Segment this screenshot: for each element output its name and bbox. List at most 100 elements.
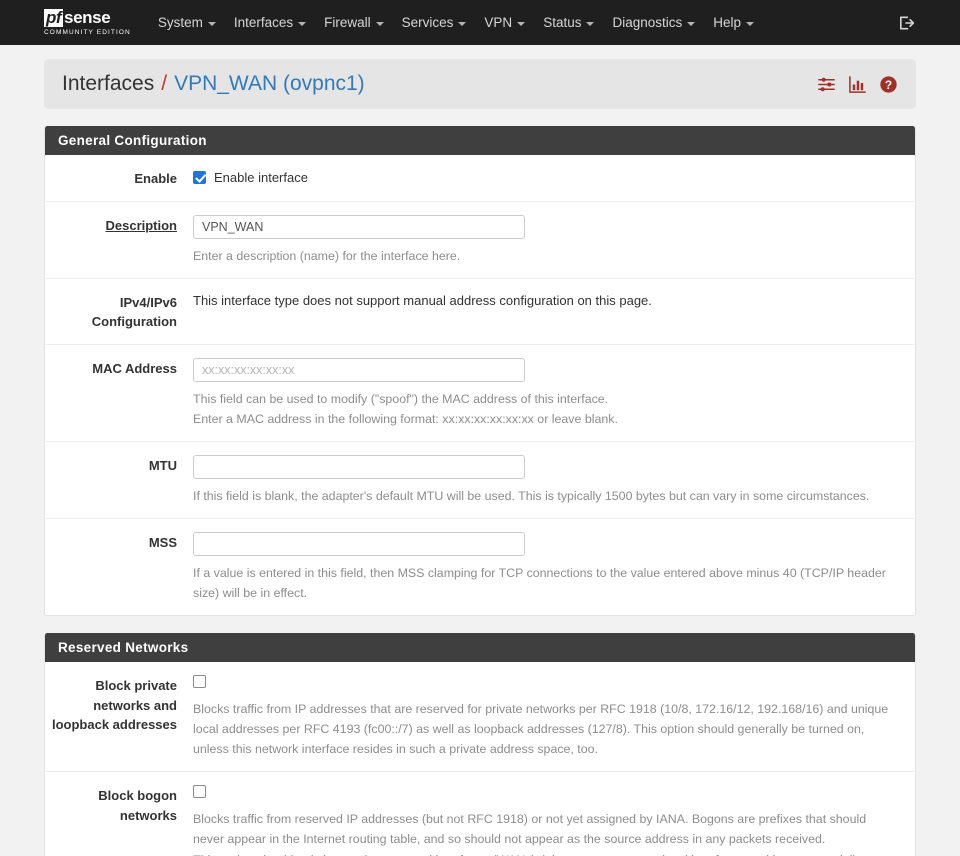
help-circle-icon[interactable]: ? bbox=[879, 75, 898, 94]
ip-configuration-notice: This interface type does not support man… bbox=[193, 292, 652, 308]
description-input[interactable] bbox=[193, 214, 525, 239]
label-block-private-line1: Block private bbox=[95, 678, 177, 694]
label-enable: Enable bbox=[134, 171, 177, 186]
navbar-menu: System Interfaces Firewall Services VPN … bbox=[149, 9, 763, 36]
chevron-down-icon bbox=[517, 21, 526, 26]
nav-label: Status bbox=[543, 15, 582, 30]
nav-item-status[interactable]: Status bbox=[534, 9, 603, 36]
nav-label: System bbox=[157, 15, 203, 30]
form-row-mss: MSS If a value is entered in this field,… bbox=[45, 519, 915, 615]
label-block-bogon-line2: networks bbox=[119, 807, 177, 823]
nav-label: Interfaces bbox=[233, 15, 294, 30]
top-navbar: pf sense COMMUNITY EDITION System Interf… bbox=[0, 0, 960, 45]
help-mss: If a value is entered in this field, the… bbox=[193, 565, 886, 600]
pfsense-logo[interactable]: pf sense COMMUNITY EDITION bbox=[44, 7, 131, 37]
mac-address-input[interactable] bbox=[193, 357, 525, 382]
block-private-checkbox[interactable] bbox=[193, 675, 206, 689]
reserved-networks-panel: Reserved Networks Block private networks… bbox=[44, 633, 916, 856]
nav-label: Services bbox=[401, 15, 454, 30]
field-mss: If a value is entered in this field, the… bbox=[193, 531, 915, 603]
breadcrumb-separator: / bbox=[161, 72, 168, 95]
chevron-down-icon bbox=[586, 21, 595, 26]
logo-subtitle: COMMUNITY EDITION bbox=[44, 28, 131, 36]
nav-item-interfaces[interactable]: Interfaces bbox=[225, 9, 315, 36]
chevron-down-icon bbox=[746, 21, 755, 26]
panel-heading-general: General Configuration bbox=[45, 126, 915, 155]
label-ip-configuration: IPv4/IPv6 Configuration bbox=[45, 292, 193, 332]
help-bogon-p1: Blocks traffic from reserved IP addresse… bbox=[193, 812, 867, 847]
field-enable: Enable interface bbox=[193, 168, 915, 189]
field-block-private: Blocks traffic from IP addresses that ar… bbox=[193, 675, 915, 759]
general-configuration-panel: General Configuration Enable Enable inte… bbox=[44, 126, 916, 617]
nav-label: VPN bbox=[484, 15, 513, 30]
form-row-block-bogon: Block bogon networks Blocks traffic from… bbox=[45, 772, 915, 856]
field-description: Enter a description (name) for the inter… bbox=[193, 214, 915, 266]
label-block-private-line2: networks and bbox=[93, 697, 177, 713]
form-row-block-private: Block private networks and loopback addr… bbox=[45, 662, 915, 773]
label-block-bogon-line1: Block bogon bbox=[98, 788, 177, 804]
reserved-networks-body: Block private networks and loopback addr… bbox=[45, 662, 915, 856]
label-description: Description bbox=[45, 215, 193, 266]
label-mtu: MTU bbox=[148, 457, 177, 473]
nav-label: Diagnostics bbox=[612, 15, 683, 30]
label-description-text: Description bbox=[105, 217, 177, 233]
field-mtu: If this field is blank, the adapter's de… bbox=[193, 454, 915, 506]
field-ip-configuration: This interface type does not support man… bbox=[193, 292, 915, 332]
help-mac-address: This field can be used to modify ("spoof… bbox=[193, 389, 893, 429]
nav-item-help[interactable]: Help bbox=[704, 9, 763, 36]
logo-pf-text: pf bbox=[44, 7, 64, 27]
chevron-down-icon bbox=[298, 21, 307, 26]
label-block-bogon: Block bogon networks bbox=[45, 785, 193, 856]
bar-chart-icon[interactable] bbox=[848, 75, 867, 94]
help-block-bogon: Blocks traffic from reserved IP addresse… bbox=[193, 809, 893, 856]
general-configuration-body: Enable Enable interface Description Ente… bbox=[45, 155, 915, 616]
field-mac-address: This field can be used to modify ("spoof… bbox=[193, 357, 915, 429]
help-mtu: If this field is blank, the adapter's de… bbox=[193, 488, 870, 503]
enable-interface-label[interactable]: Enable interface bbox=[214, 170, 308, 185]
chevron-down-icon bbox=[458, 21, 467, 26]
chevron-down-icon bbox=[207, 21, 216, 26]
label-block-private: Block private networks and loopback addr… bbox=[45, 675, 193, 759]
chevron-down-icon bbox=[375, 21, 384, 26]
logout-icon[interactable] bbox=[897, 13, 916, 32]
help-description: Enter a description (name) for the inter… bbox=[193, 248, 461, 263]
nav-item-services[interactable]: Services bbox=[393, 9, 476, 36]
nav-label: Help bbox=[713, 15, 742, 30]
breadcrumb-root[interactable]: Interfaces bbox=[62, 72, 154, 96]
label-mac-address: MAC Address bbox=[92, 360, 177, 376]
form-row-ip-configuration: IPv4/IPv6 Configuration This interface t… bbox=[45, 279, 915, 345]
help-bogon-p2: This option should only be used on exter… bbox=[193, 850, 893, 856]
form-row-mac-address: MAC Address This field can be used to mo… bbox=[45, 345, 915, 442]
nav-item-diagnostics[interactable]: Diagnostics bbox=[603, 9, 704, 36]
help-mac-line2: Enter a MAC address in the following for… bbox=[193, 411, 618, 426]
panel-heading-reserved-networks: Reserved Networks bbox=[45, 633, 915, 663]
label-ip-line1: IPv4/IPv6 bbox=[119, 294, 177, 310]
page-container: Interfaces / VPN_WAN (ovpnc1) ? General … bbox=[0, 59, 960, 856]
mtu-input[interactable] bbox=[193, 454, 525, 479]
nav-item-system[interactable]: System bbox=[149, 9, 225, 36]
label-block-private-line3: loopback addresses bbox=[52, 717, 177, 733]
field-block-bogon: Blocks traffic from reserved IP addresse… bbox=[193, 785, 915, 856]
help-mac-line1: This field can be used to modify ("spoof… bbox=[193, 391, 609, 406]
nav-item-firewall[interactable]: Firewall bbox=[315, 9, 393, 36]
breadcrumb: Interfaces / VPN_WAN (ovpnc1) bbox=[62, 72, 365, 96]
label-ip-line2: Configuration bbox=[91, 314, 177, 330]
form-row-description: Description Enter a description (name) f… bbox=[45, 202, 915, 279]
enable-interface-checkbox[interactable] bbox=[193, 170, 206, 184]
help-block-private: Blocks traffic from IP addresses that ar… bbox=[193, 702, 889, 757]
nav-label: Firewall bbox=[324, 15, 371, 30]
logo-wordmark: pf sense bbox=[44, 7, 131, 28]
logo-sense-text: sense bbox=[64, 8, 111, 28]
breadcrumb-bar: Interfaces / VPN_WAN (ovpnc1) ? bbox=[44, 59, 916, 109]
enable-interface-checkline: Enable interface bbox=[193, 168, 901, 186]
label-mss: MSS bbox=[148, 534, 177, 550]
block-bogon-checkbox[interactable] bbox=[193, 785, 206, 799]
nav-item-vpn[interactable]: VPN bbox=[475, 9, 534, 36]
form-row-enable: Enable Enable interface bbox=[45, 155, 915, 202]
sliders-icon[interactable] bbox=[817, 75, 836, 94]
breadcrumb-current[interactable]: VPN_WAN (ovpnc1) bbox=[174, 72, 365, 96]
svg-text:?: ? bbox=[885, 77, 892, 91]
form-row-mtu: MTU If this field is blank, the adapter'… bbox=[45, 442, 915, 519]
mss-input[interactable] bbox=[193, 531, 525, 556]
chevron-down-icon bbox=[687, 21, 696, 26]
